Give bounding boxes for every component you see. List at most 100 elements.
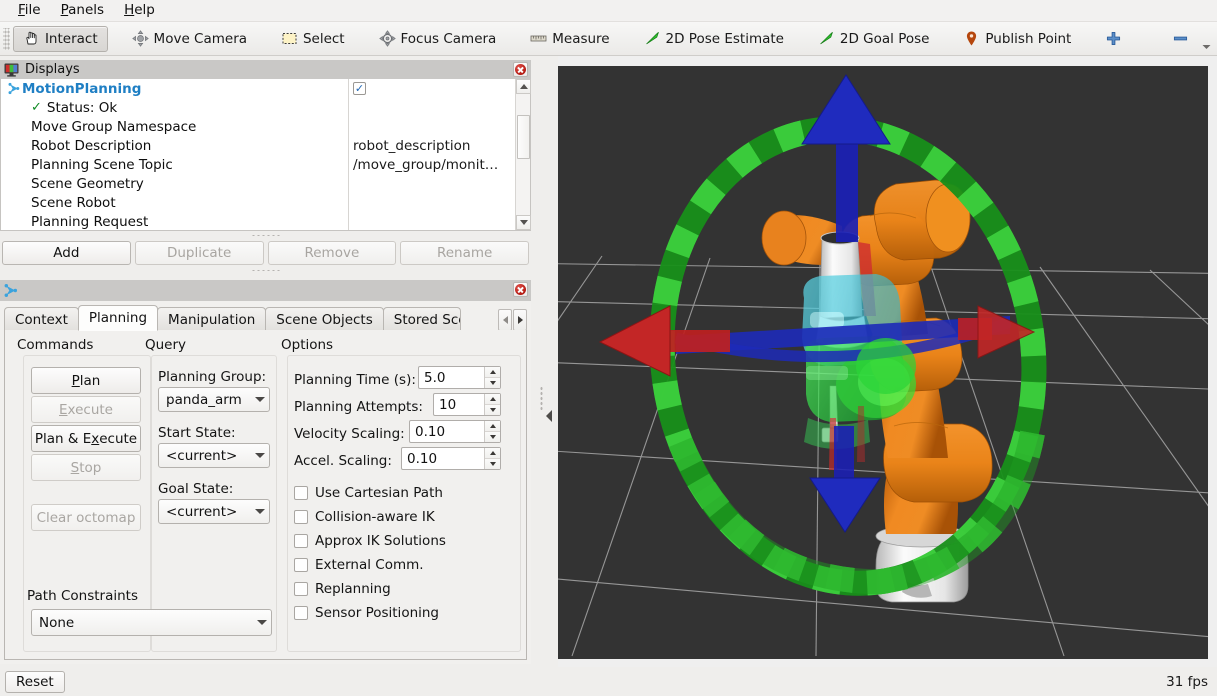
displays-panel-title: Displays [25, 62, 80, 77]
sensor-positioning-checkbox[interactable]: Sensor Positioning [294, 605, 439, 621]
external-comm-checkbox[interactable]: External Comm. [294, 557, 424, 573]
toolbar-overflow-button[interactable] [1199, 26, 1213, 52]
tool-measure[interactable]: Measure [520, 26, 619, 52]
execute-button[interactable]: Execute [31, 396, 141, 423]
panel-resize-handle[interactable] [0, 232, 531, 239]
tool-interact[interactable]: Interact [13, 26, 108, 52]
tool-move-camera[interactable]: Move Camera [122, 26, 257, 52]
value-text: /move_group/monit… [353, 157, 498, 173]
planning-time-spinbox[interactable]: 5.0 [418, 366, 501, 389]
spin-up-button[interactable] [485, 421, 500, 432]
path-constraints-combobox[interactable]: None [31, 609, 272, 636]
value-robot-description[interactable]: robot_description [349, 136, 515, 155]
green-arrow-icon [818, 30, 835, 47]
toolbar-grip[interactable] [3, 28, 10, 50]
stop-button[interactable]: Stop [31, 454, 141, 481]
goal-state-combobox[interactable]: <current> [158, 499, 270, 524]
dock-splitter[interactable] [535, 56, 558, 667]
start-state-label: Start State: [158, 425, 236, 441]
spin-up-button[interactable] [485, 367, 500, 378]
add-button[interactable]: Add [2, 241, 131, 265]
approx-ik-solutions-checkbox[interactable]: Approx IK Solutions [294, 533, 446, 549]
spin-down-button[interactable] [485, 405, 500, 415]
tool-2d-pose-estimate[interactable]: 2D Pose Estimate [634, 26, 794, 52]
spin-down-button[interactable] [485, 432, 500, 442]
tree-item-scene-robot[interactable]: Scene Robot [1, 193, 348, 212]
duplicate-button[interactable]: Duplicate [135, 241, 264, 265]
motionplanning-enabled-checkbox[interactable]: ✓ [349, 79, 515, 98]
planning-time-label: Planning Time (s): [294, 372, 416, 388]
rename-button[interactable]: Rename [400, 241, 529, 265]
chevron-right-icon[interactable] [15, 104, 31, 112]
planning-tab-page: Commands Plan Execute Plan & Execute Sto… [4, 330, 527, 660]
planning-group-combobox[interactable]: panda_arm [158, 387, 270, 412]
spin-up-button[interactable] [485, 448, 500, 459]
marker-axis-y-green[interactable] [856, 338, 916, 394]
scroll-down-button[interactable] [516, 215, 531, 230]
tree-item-scene-geometry[interactable]: Scene Geometry [1, 174, 348, 193]
remove-tool-button[interactable] [1162, 26, 1199, 52]
scroll-up-button[interactable] [516, 79, 531, 94]
tab-scroll-left-button[interactable] [498, 309, 512, 331]
tool-publish-point[interactable]: Publish Point [953, 26, 1081, 52]
tab-manipulation[interactable]: Manipulation [157, 307, 266, 331]
chevron-right-icon[interactable] [15, 218, 31, 226]
plan-and-execute-button[interactable]: Plan & Execute [31, 425, 141, 452]
value-planning-scene-topic[interactable]: /move_group/monit… [349, 155, 515, 174]
chevron-right-icon[interactable] [15, 199, 31, 207]
menu-panels[interactable]: Panels [51, 0, 114, 21]
spin-down-button[interactable] [485, 378, 500, 388]
tree-item-move-group-namespace[interactable]: Move Group Namespace [1, 117, 348, 136]
tool-2d-goal-pose[interactable]: 2D Goal Pose [808, 26, 940, 52]
start-state-combobox[interactable]: <current> [158, 443, 270, 468]
value-cell [349, 117, 515, 136]
tree-item-planning-scene-topic[interactable]: Planning Scene Topic [1, 155, 348, 174]
close-icon [515, 284, 526, 295]
tab-label: Stored Sce [394, 312, 461, 328]
plan-button[interactable]: Plan [31, 367, 141, 394]
triangle-down-icon [490, 408, 496, 412]
render-viewport-3d[interactable] [558, 66, 1208, 659]
remove-button[interactable]: Remove [268, 241, 397, 265]
panel-resize-handle-2[interactable] [0, 267, 531, 274]
tab-scene-objects[interactable]: Scene Objects [265, 307, 383, 331]
menu-file[interactable]: File [8, 0, 51, 21]
displays-panel-titlebar: Displays [0, 60, 531, 79]
tree-item-motionplanning[interactable]: MotionPlanning [1, 79, 348, 98]
tree-item-planning-request[interactable]: Planning Request [1, 212, 348, 231]
tab-planning[interactable]: Planning [78, 305, 158, 331]
scene-render [558, 66, 1208, 659]
motion-planning-titlebar [0, 280, 531, 301]
collision-aware-ik-checkbox[interactable]: Collision-aware IK [294, 509, 435, 525]
tree-item-label: Scene Geometry [31, 176, 144, 192]
velocity-scaling-spinbox[interactable]: 0.10 [409, 420, 501, 443]
tab-label: Context [15, 312, 68, 328]
splitter-collapse-handle[interactable] [546, 410, 552, 422]
use-cartesian-path-checkbox[interactable]: Use Cartesian Path [294, 485, 443, 501]
replanning-checkbox[interactable]: Replanning [294, 581, 391, 597]
clear-octomap-button[interactable]: Clear octomap [31, 504, 141, 531]
tab-scroll-right-button[interactable] [513, 309, 527, 331]
spin-down-button[interactable] [485, 459, 500, 469]
tool-focus-camera[interactable]: Focus Camera [369, 26, 507, 52]
accel-scaling-spinbox[interactable]: 0.10 [401, 447, 501, 470]
chevron-down-icon [1202, 44, 1211, 50]
chevron-left-icon [503, 316, 508, 324]
displays-tree[interactable]: MotionPlanning ✓ Status: Ok Move Group N… [0, 79, 531, 231]
planning-attempts-spinbox[interactable]: 10 [433, 393, 501, 416]
tree-item-robot-description[interactable]: Robot Description [1, 136, 348, 155]
displays-close-button[interactable] [513, 62, 528, 77]
reset-button[interactable]: Reset [5, 671, 65, 693]
chevron-right-icon[interactable] [15, 180, 31, 188]
tab-context[interactable]: Context [4, 307, 79, 331]
motion-planning-close-button[interactable] [513, 282, 528, 297]
displays-tree-scrollbar[interactable] [515, 79, 530, 230]
tool-select[interactable]: Select [271, 26, 355, 52]
triangle-down-icon [520, 220, 528, 225]
add-tool-button[interactable] [1095, 26, 1132, 52]
scrollbar-thumb[interactable] [517, 115, 530, 159]
tab-stored-scenes[interactable]: Stored Sce [383, 307, 461, 331]
menu-help[interactable]: Help [114, 0, 165, 21]
spin-up-button[interactable] [485, 394, 500, 405]
tree-item-status[interactable]: ✓ Status: Ok [1, 98, 348, 117]
